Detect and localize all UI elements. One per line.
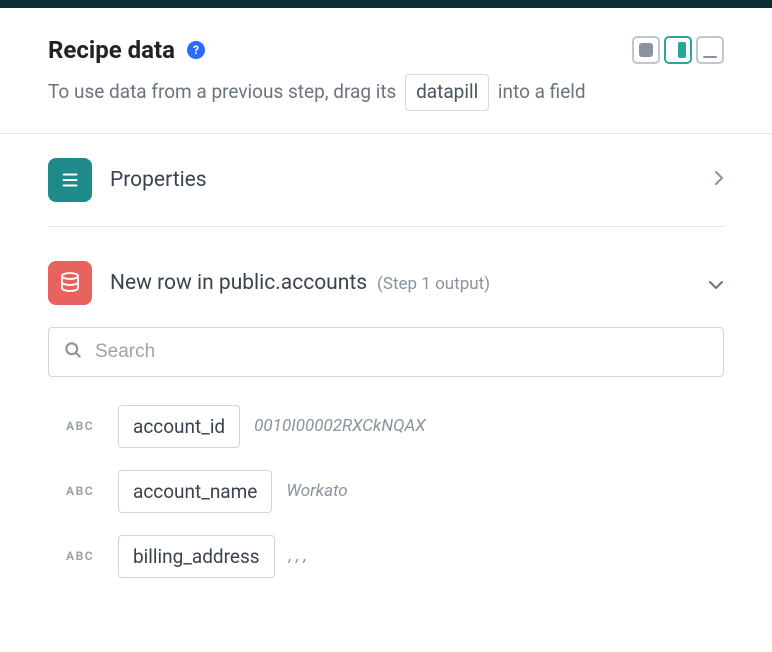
chevron-right-icon <box>714 167 724 192</box>
chevron-down-icon <box>708 271 724 295</box>
field-list: ABC account_id 0010I00002RXCkNQAX ABC ac… <box>48 405 724 578</box>
view-minimal-button[interactable] <box>696 36 724 64</box>
view-toggles <box>632 36 724 64</box>
help-icon[interactable]: ? <box>187 41 205 59</box>
sample-value: 0010I00002RXCkNQAX <box>254 416 425 436</box>
datapill-billing-address[interactable]: billing_address <box>118 535 275 578</box>
type-badge: ABC <box>66 549 104 563</box>
datapill-chip: datapill <box>405 74 489 111</box>
view-split-button[interactable] <box>664 36 692 64</box>
header: Recipe data ? To use data from a previou… <box>0 8 772 133</box>
field-row: ABC account_name Workato <box>66 470 724 513</box>
subtitle-post: into a field <box>493 80 585 103</box>
list-icon <box>48 158 92 202</box>
section-title: New row in public.accounts <box>110 271 367 295</box>
page-title: Recipe data <box>48 36 175 64</box>
field-row: ABC account_id 0010I00002RXCkNQAX <box>66 405 724 448</box>
sample-value: , , , <box>289 546 307 566</box>
data-panel: Properties New row in public.accounts (S… <box>0 133 772 578</box>
search-icon <box>63 340 83 364</box>
search-input[interactable] <box>95 341 709 363</box>
datapill-account-name[interactable]: account_name <box>118 470 272 513</box>
search-box[interactable] <box>48 327 724 377</box>
sample-value: Workato <box>286 481 347 501</box>
type-badge: ABC <box>66 484 104 498</box>
section-header[interactable]: New row in public.accounts (Step 1 outpu… <box>48 227 724 327</box>
database-icon <box>48 261 92 305</box>
subtitle-pre: To use data from a previous step, drag i… <box>48 80 401 103</box>
view-compact-button[interactable] <box>632 36 660 64</box>
field-row: ABC billing_address , , , <box>66 535 724 578</box>
datapill-account-id[interactable]: account_id <box>118 405 240 448</box>
section-subtitle: (Step 1 output) <box>377 274 490 294</box>
properties-row[interactable]: Properties <box>48 134 724 227</box>
window-top-bar <box>0 0 772 8</box>
type-badge: ABC <box>66 419 104 433</box>
properties-label: Properties <box>110 168 696 192</box>
subtitle: To use data from a previous step, drag i… <box>48 74 724 111</box>
